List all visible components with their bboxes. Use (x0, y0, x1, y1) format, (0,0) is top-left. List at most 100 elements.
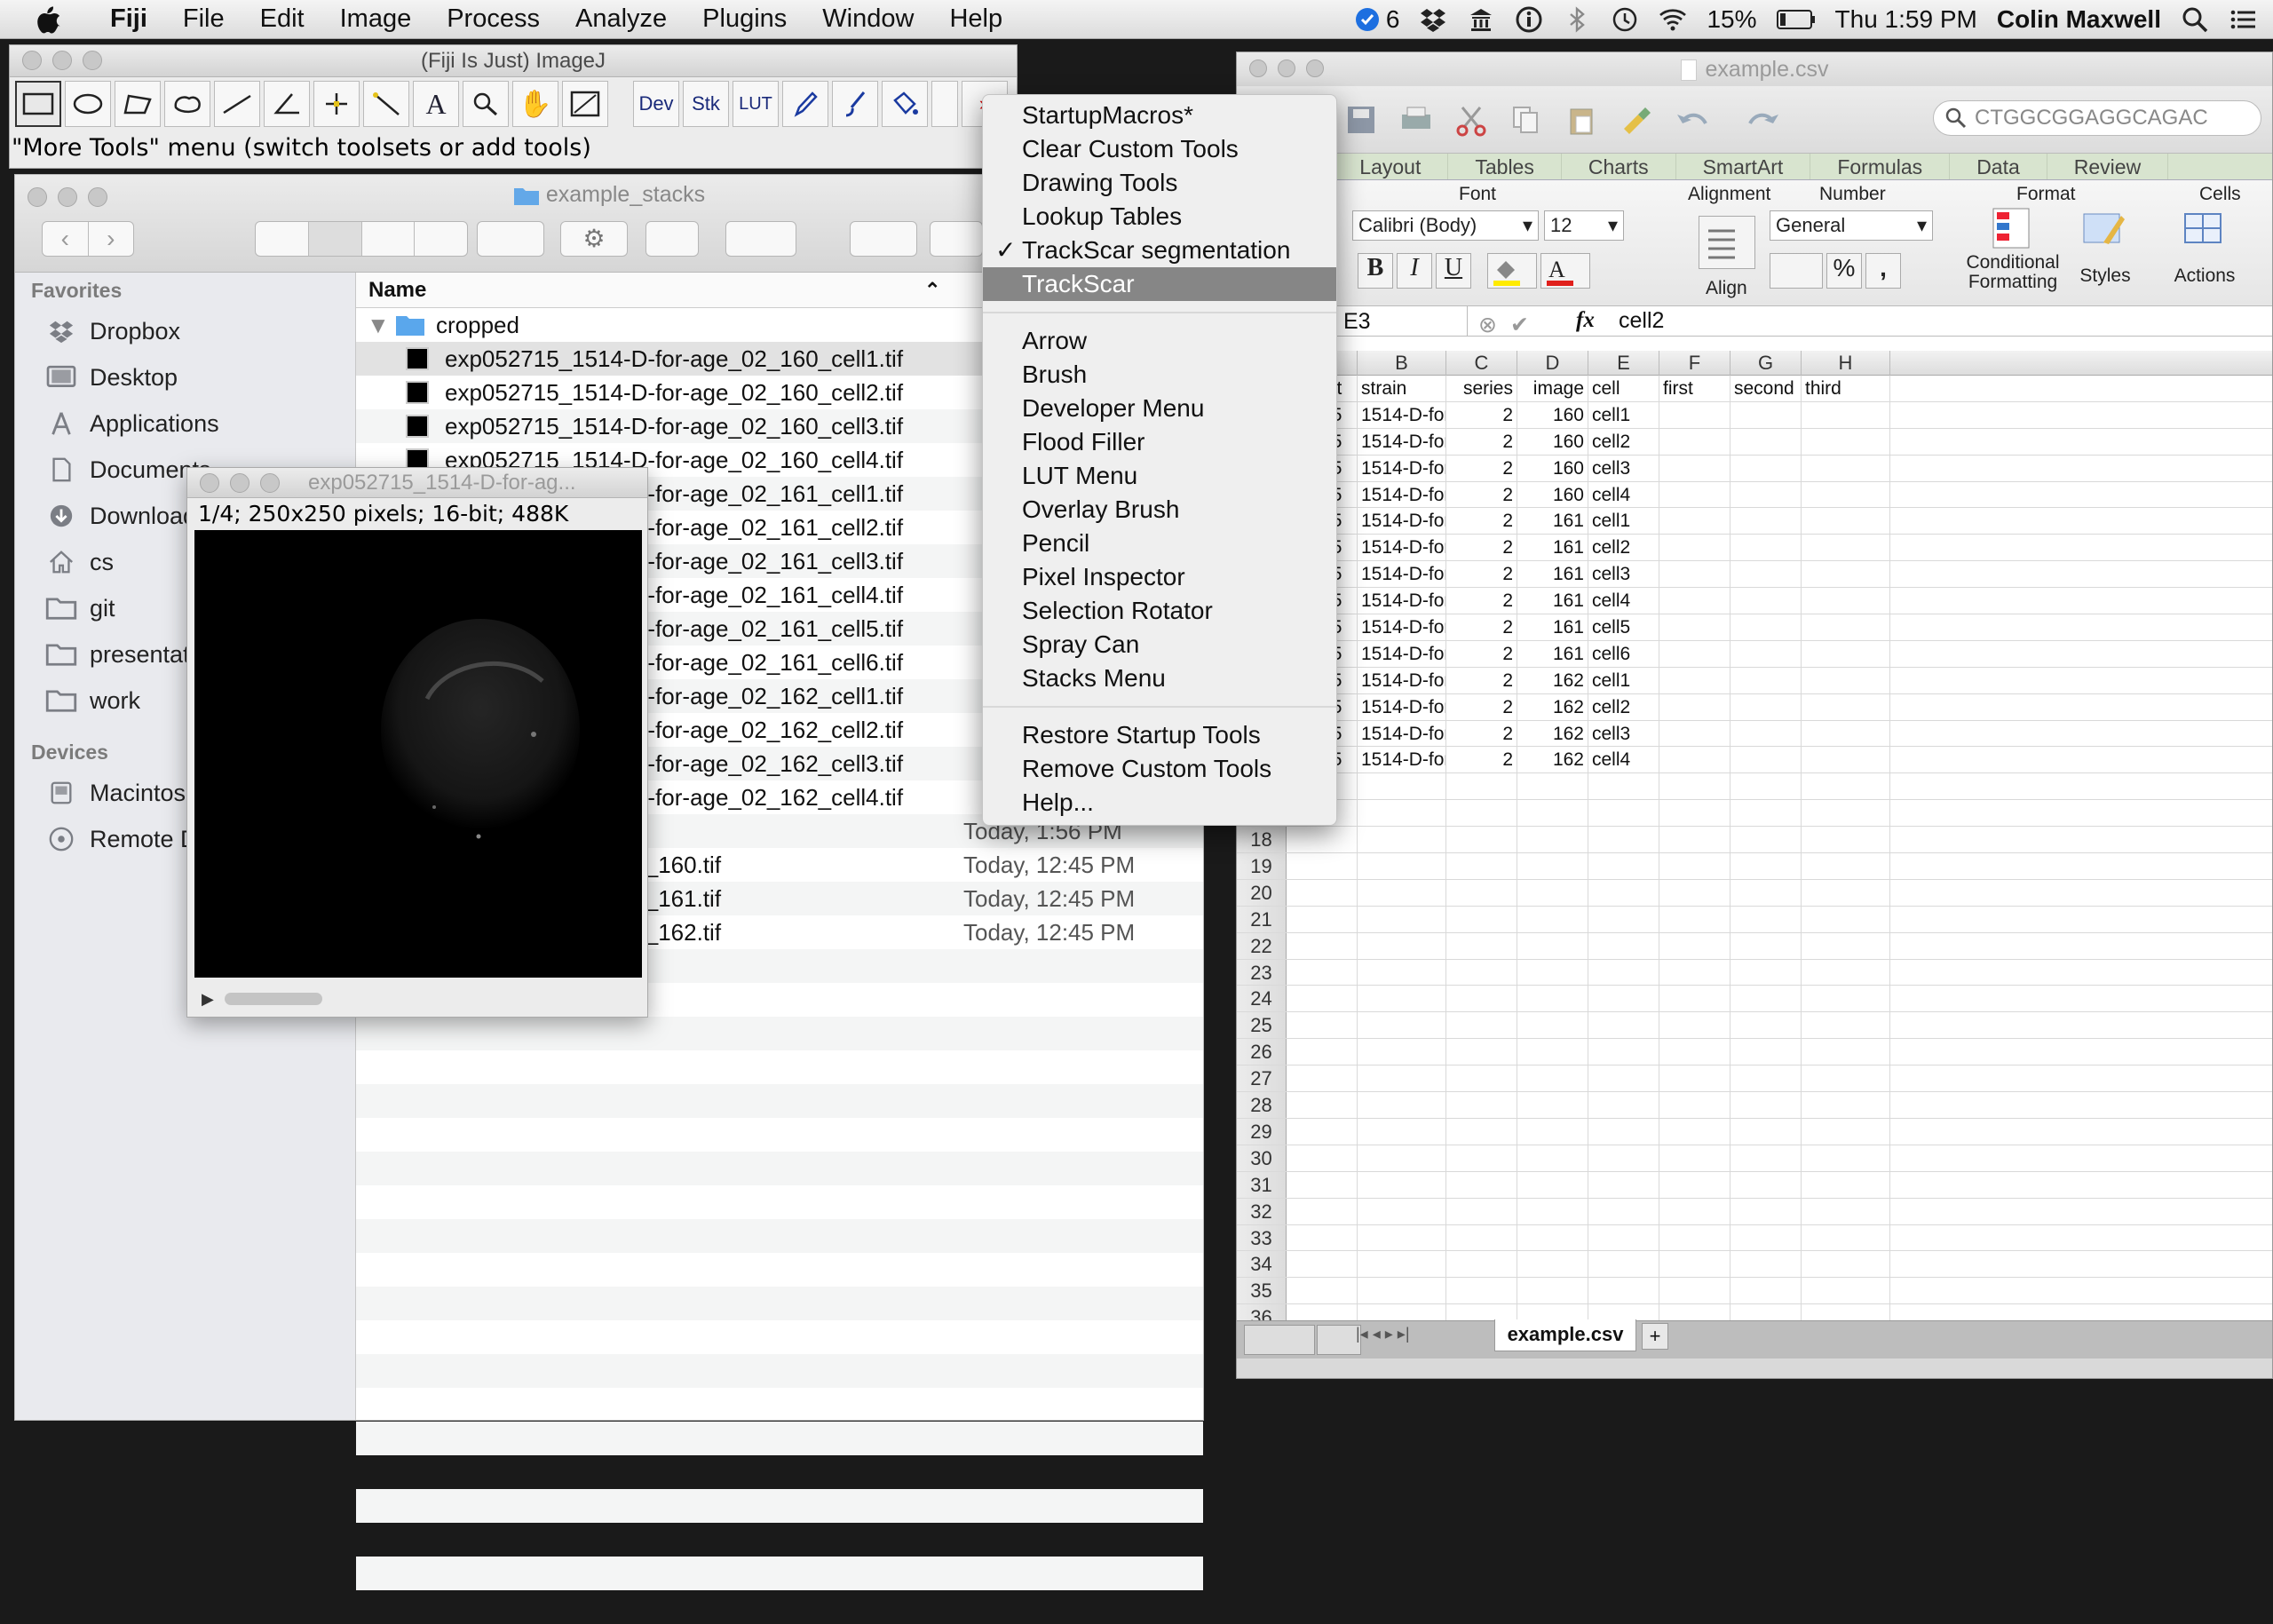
cell[interactable] (1802, 1092, 1890, 1118)
menu-item[interactable]: Drawing Tools (983, 166, 1336, 200)
font-size-select[interactable]: 12 ▾ (1544, 210, 1624, 241)
column-header[interactable]: H (1802, 351, 1890, 376)
cell[interactable] (1588, 879, 1659, 906)
share-button[interactable] (645, 221, 699, 257)
cell[interactable]: cell1 (1588, 667, 1659, 693)
menu-analyze[interactable]: Analyze (558, 4, 685, 34)
cell[interactable] (1730, 614, 1802, 640)
cell[interactable]: 1514-D-for-age (1358, 561, 1446, 588)
row-header[interactable]: 30 (1237, 1145, 1287, 1171)
cell[interactable] (1358, 879, 1446, 906)
cell[interactable] (1659, 800, 1730, 827)
page-layout-view-button[interactable] (1317, 1325, 1361, 1355)
cell[interactable]: 161 (1517, 614, 1588, 640)
cell[interactable] (1287, 1251, 1358, 1278)
menu-file[interactable]: File (165, 4, 242, 34)
row-header[interactable]: 20 (1237, 879, 1287, 906)
cell[interactable] (1659, 455, 1730, 481)
cell[interactable]: 2 (1446, 428, 1517, 455)
cell[interactable] (1517, 986, 1588, 1012)
minimize-button[interactable] (1278, 59, 1295, 77)
menu-item[interactable]: Spray Can (983, 628, 1336, 661)
notification-center-icon[interactable] (2229, 5, 2257, 34)
row-header[interactable]: 29 (1237, 1118, 1287, 1145)
cell[interactable] (1659, 879, 1730, 906)
rectangle-tool-button[interactable] (15, 81, 61, 127)
cell[interactable] (1446, 986, 1517, 1012)
percent-button[interactable]: % (1826, 253, 1862, 289)
cell[interactable] (1730, 561, 1802, 588)
paste-icon[interactable] (1564, 102, 1599, 138)
cell[interactable] (1659, 640, 1730, 667)
cell[interactable] (1588, 773, 1659, 800)
time-machine-icon[interactable] (1611, 5, 1639, 34)
cell[interactable]: 160 (1517, 428, 1588, 455)
cell[interactable]: cell1 (1588, 508, 1659, 535)
column-header[interactable]: F (1659, 351, 1730, 376)
info-icon[interactable] (1515, 5, 1543, 34)
cell[interactable] (1659, 508, 1730, 535)
coverflow-view-button[interactable] (415, 222, 467, 256)
cell[interactable] (1659, 1224, 1730, 1251)
cell[interactable]: strain (1358, 376, 1446, 401)
cell[interactable] (1802, 1198, 1890, 1224)
cell[interactable] (1802, 1039, 1890, 1066)
sidebar-item-desktop[interactable]: Desktop (15, 354, 355, 400)
cell[interactable] (1730, 1278, 1802, 1304)
dropbox-icon[interactable] (1419, 5, 1447, 34)
menu-item[interactable]: Developer Menu (983, 392, 1336, 425)
cell[interactable] (1802, 986, 1890, 1012)
cell[interactable] (1730, 455, 1802, 481)
cell[interactable] (1446, 959, 1517, 986)
cell[interactable]: 1514-D-for-age (1358, 640, 1446, 667)
menu-item[interactable]: Remove Custom Tools (983, 752, 1336, 786)
cell[interactable]: 2 (1446, 747, 1517, 773)
cell[interactable]: cell5 (1588, 614, 1659, 640)
menu-clock[interactable]: Thu 1:59 PM (1835, 5, 1977, 34)
copy-icon[interactable] (1509, 102, 1544, 138)
number-format-select[interactable]: General ▾ (1770, 210, 1933, 241)
cell[interactable]: 2 (1446, 720, 1517, 747)
cell[interactable] (1446, 827, 1517, 853)
flood-fill-button[interactable] (882, 81, 928, 127)
cell[interactable]: 1514-D-for-age (1358, 535, 1446, 561)
cell[interactable]: 2 (1446, 588, 1517, 614)
cell[interactable] (1802, 401, 1890, 428)
cell[interactable] (1446, 1251, 1517, 1278)
menu-process[interactable]: Process (429, 4, 558, 34)
cell[interactable]: first (1659, 376, 1730, 401)
cell[interactable] (1358, 773, 1446, 800)
cell[interactable]: 2 (1446, 401, 1517, 428)
print-icon[interactable] (1398, 102, 1434, 138)
tab-data[interactable]: Data (1950, 154, 2047, 179)
cell[interactable]: 1514-D-for-age (1358, 693, 1446, 720)
tab-layout[interactable]: Layout (1333, 154, 1449, 179)
cell[interactable] (1358, 853, 1446, 879)
cell[interactable]: 2 (1446, 667, 1517, 693)
cell[interactable] (1588, 1224, 1659, 1251)
cell[interactable] (1588, 1092, 1659, 1118)
cell[interactable] (1802, 614, 1890, 640)
cell[interactable] (1730, 853, 1802, 879)
menu-item[interactable]: Help... (983, 786, 1336, 820)
cell[interactable] (1517, 853, 1588, 879)
confirm-formula-icon[interactable]: ✔ (1510, 312, 1529, 338)
actions-button[interactable]: Actions (2160, 205, 2249, 287)
cell[interactable]: 162 (1517, 720, 1588, 747)
sheet-nav-arrows[interactable]: |◂ ◂ ▸ ▸| (1356, 1325, 1410, 1343)
cell[interactable] (1730, 1224, 1802, 1251)
cell[interactable] (1588, 1198, 1659, 1224)
row-header[interactable]: 27 (1237, 1066, 1287, 1092)
cell[interactable] (1659, 853, 1730, 879)
cell[interactable] (1659, 1278, 1730, 1304)
cell[interactable] (1659, 428, 1730, 455)
brush-tool-button[interactable] (832, 81, 878, 127)
cell[interactable]: 1514-D-for-age (1358, 401, 1446, 428)
cell[interactable] (1517, 1224, 1588, 1251)
cell[interactable] (1287, 1039, 1358, 1066)
cell[interactable] (1446, 1171, 1517, 1198)
cell[interactable] (1730, 720, 1802, 747)
cell[interactable]: 2 (1446, 614, 1517, 640)
cell[interactable] (1588, 800, 1659, 827)
wand-tool-button[interactable] (363, 81, 409, 127)
